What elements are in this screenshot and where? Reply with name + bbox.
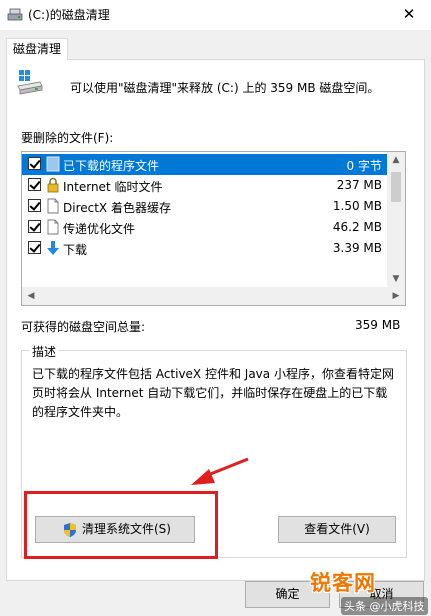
list-item[interactable]: 传递优化文件 46.2 MB — [22, 217, 387, 238]
checkbox[interactable] — [28, 199, 41, 212]
file-size: 46.2 MB — [332, 220, 382, 234]
close-icon[interactable]: ✕ — [387, 0, 431, 30]
scroll-left-icon[interactable]: ◀ — [22, 287, 40, 305]
list-item[interactable]: 已下载的程序文件 0 字节 — [22, 154, 387, 175]
watermark-credit: 头条 @小虎科技 — [341, 597, 428, 615]
summary-text: 可以使用"磁盘清理"来释放 (C:) 上的 359 MB 磁盘空间。 — [70, 81, 380, 95]
uac-shield-icon — [64, 523, 76, 537]
files-to-delete-label: 要删除的文件(F): — [21, 131, 114, 145]
scroll-right-icon[interactable]: ▶ — [387, 287, 405, 305]
list-item[interactable]: Internet 临时文件 237 MB — [22, 175, 387, 196]
checkbox[interactable] — [28, 241, 41, 254]
file-size: 0 字节 — [346, 159, 382, 173]
window-title: (C:)的磁盘清理 — [28, 8, 110, 22]
folder-icon — [46, 156, 60, 172]
file-name: 下载 — [63, 243, 88, 257]
document-icon — [47, 198, 59, 214]
lock-icon — [47, 177, 59, 193]
drive-cleanup-icon — [17, 70, 43, 95]
red-arrow-icon — [191, 457, 249, 485]
scroll-thumb[interactable] — [391, 172, 401, 202]
clean-system-files-button[interactable]: 清理系统文件(S) — [35, 516, 195, 543]
scroll-down-icon[interactable]: ▼ — [387, 271, 405, 288]
disk-cleanup-window: (C:)的磁盘清理 ✕ 磁盘清理 可以使用"磁盘清理"来释放 (C:) 上的 3… — [0, 0, 431, 616]
description-text: 已下载的程序文件包括 ActiveX 控件和 Java 小程序，你查看特定网页时… — [32, 367, 394, 419]
file-size: 1.50 MB — [332, 199, 382, 213]
checkbox[interactable] — [28, 220, 41, 233]
file-size: 3.39 MB — [332, 241, 382, 255]
files-listbox[interactable]: 已下载的程序文件 0 字节 Internet 临时文件 237 MB Direc… — [21, 151, 406, 306]
watermark-logo: 锐客网 — [310, 571, 376, 595]
clean-system-files-label: 清理系统文件(S) — [82, 522, 171, 536]
scroll-up-icon[interactable]: ▲ — [387, 152, 405, 169]
description-title: 描述 — [29, 343, 60, 360]
list-item[interactable]: DirectX 着色器缓存 1.50 MB — [22, 196, 387, 217]
total-space-label: 可获得的磁盘空间总量: — [21, 320, 146, 334]
checkbox[interactable] — [28, 178, 41, 191]
vertical-scrollbar[interactable]: ▲ ▼ — [387, 152, 405, 288]
list-item[interactable]: 下载 3.39 MB — [22, 238, 387, 259]
view-files-button[interactable]: 查看文件(V) — [278, 516, 396, 543]
file-size: 237 MB — [336, 178, 382, 192]
watermark: 锐客网 头条 @小虎科技 — [307, 567, 431, 616]
file-name: 已下载的程序文件 — [63, 159, 160, 173]
file-name: DirectX 着色器缓存 — [63, 201, 171, 215]
horizontal-scrollbar[interactable]: ◀ ▶ — [22, 287, 405, 305]
file-name: 传递优化文件 — [63, 222, 136, 236]
tab-disk-cleanup[interactable]: 磁盘清理 — [6, 38, 68, 60]
file-name: Internet 临时文件 — [63, 180, 163, 194]
total-space-value: 359 MB — [355, 318, 401, 332]
disk-cleanup-app-icon — [7, 8, 23, 21]
checkbox[interactable] — [28, 157, 41, 170]
files-list: 已下载的程序文件 0 字节 Internet 临时文件 237 MB Direc… — [22, 152, 387, 288]
download-arrow-icon — [47, 241, 59, 255]
title-bar: (C:)的磁盘清理 ✕ — [0, 0, 431, 30]
document-icon — [47, 219, 59, 235]
